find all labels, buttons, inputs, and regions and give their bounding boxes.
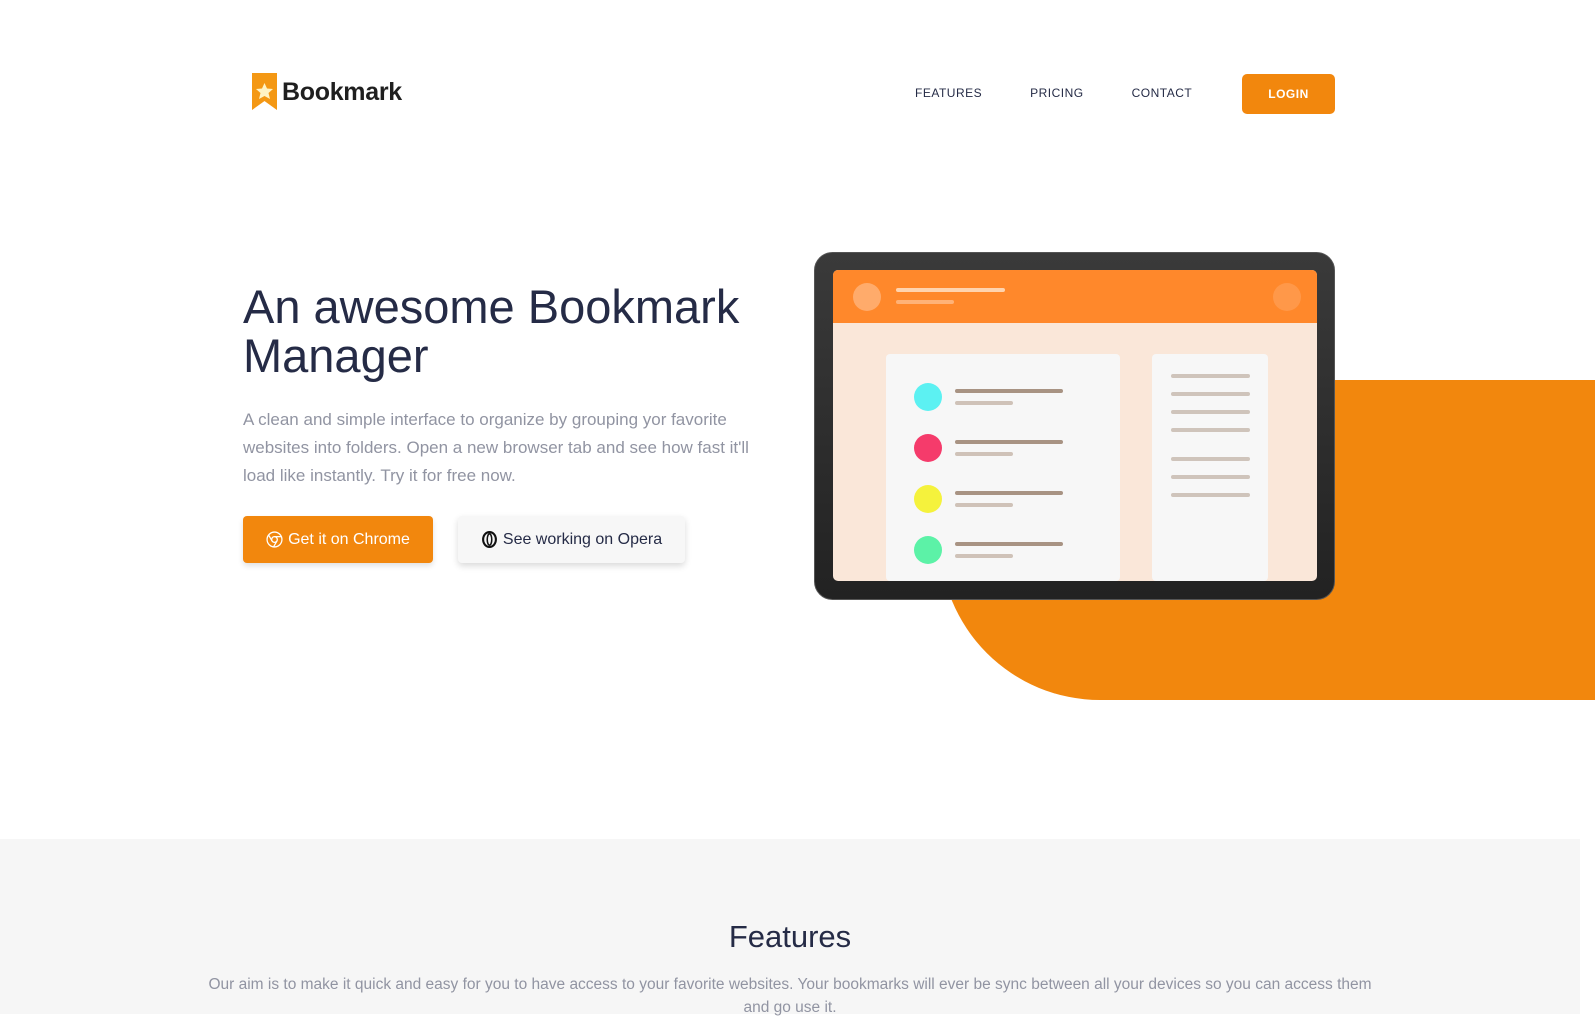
list-dot <box>914 485 942 513</box>
main-nav: FEATURES PRICING CONTACT <box>915 73 1240 113</box>
nav-link-pricing[interactable]: PRICING <box>1030 86 1084 100</box>
see-working-on-opera-button[interactable]: See working on Opera <box>458 516 685 563</box>
list-dot <box>914 434 942 462</box>
nav-link-features[interactable]: FEATURES <box>915 86 982 100</box>
brand-name: Bookmark <box>282 77 402 106</box>
hero-title: An awesome Bookmark Manager <box>243 280 740 382</box>
bookmark-star-icon <box>252 73 278 111</box>
hero-description: A clean and simple interface to organize… <box>243 410 749 485</box>
chrome-icon <box>266 531 283 548</box>
features-title: Features <box>728 919 852 954</box>
opera-icon <box>481 531 498 548</box>
brand-logo[interactable]: Bookmark <box>252 72 402 112</box>
chrome-button-label: Get it on Chrome <box>288 530 410 548</box>
login-button[interactable]: LOGIN <box>1242 74 1335 114</box>
features-section: Features Our aim is to make it quick and… <box>0 839 1580 1016</box>
opera-button-label: See working on Opera <box>502 530 663 548</box>
list-dot <box>914 383 942 411</box>
get-it-on-chrome-button[interactable]: Get it on Chrome <box>243 516 433 563</box>
tablet-illustration <box>814 252 1335 600</box>
list-dot <box>914 536 942 564</box>
nav-link-contact[interactable]: CONTACT <box>1132 86 1193 100</box>
features-description: Our aim is to make it quick and easy for… <box>208 976 1372 1016</box>
